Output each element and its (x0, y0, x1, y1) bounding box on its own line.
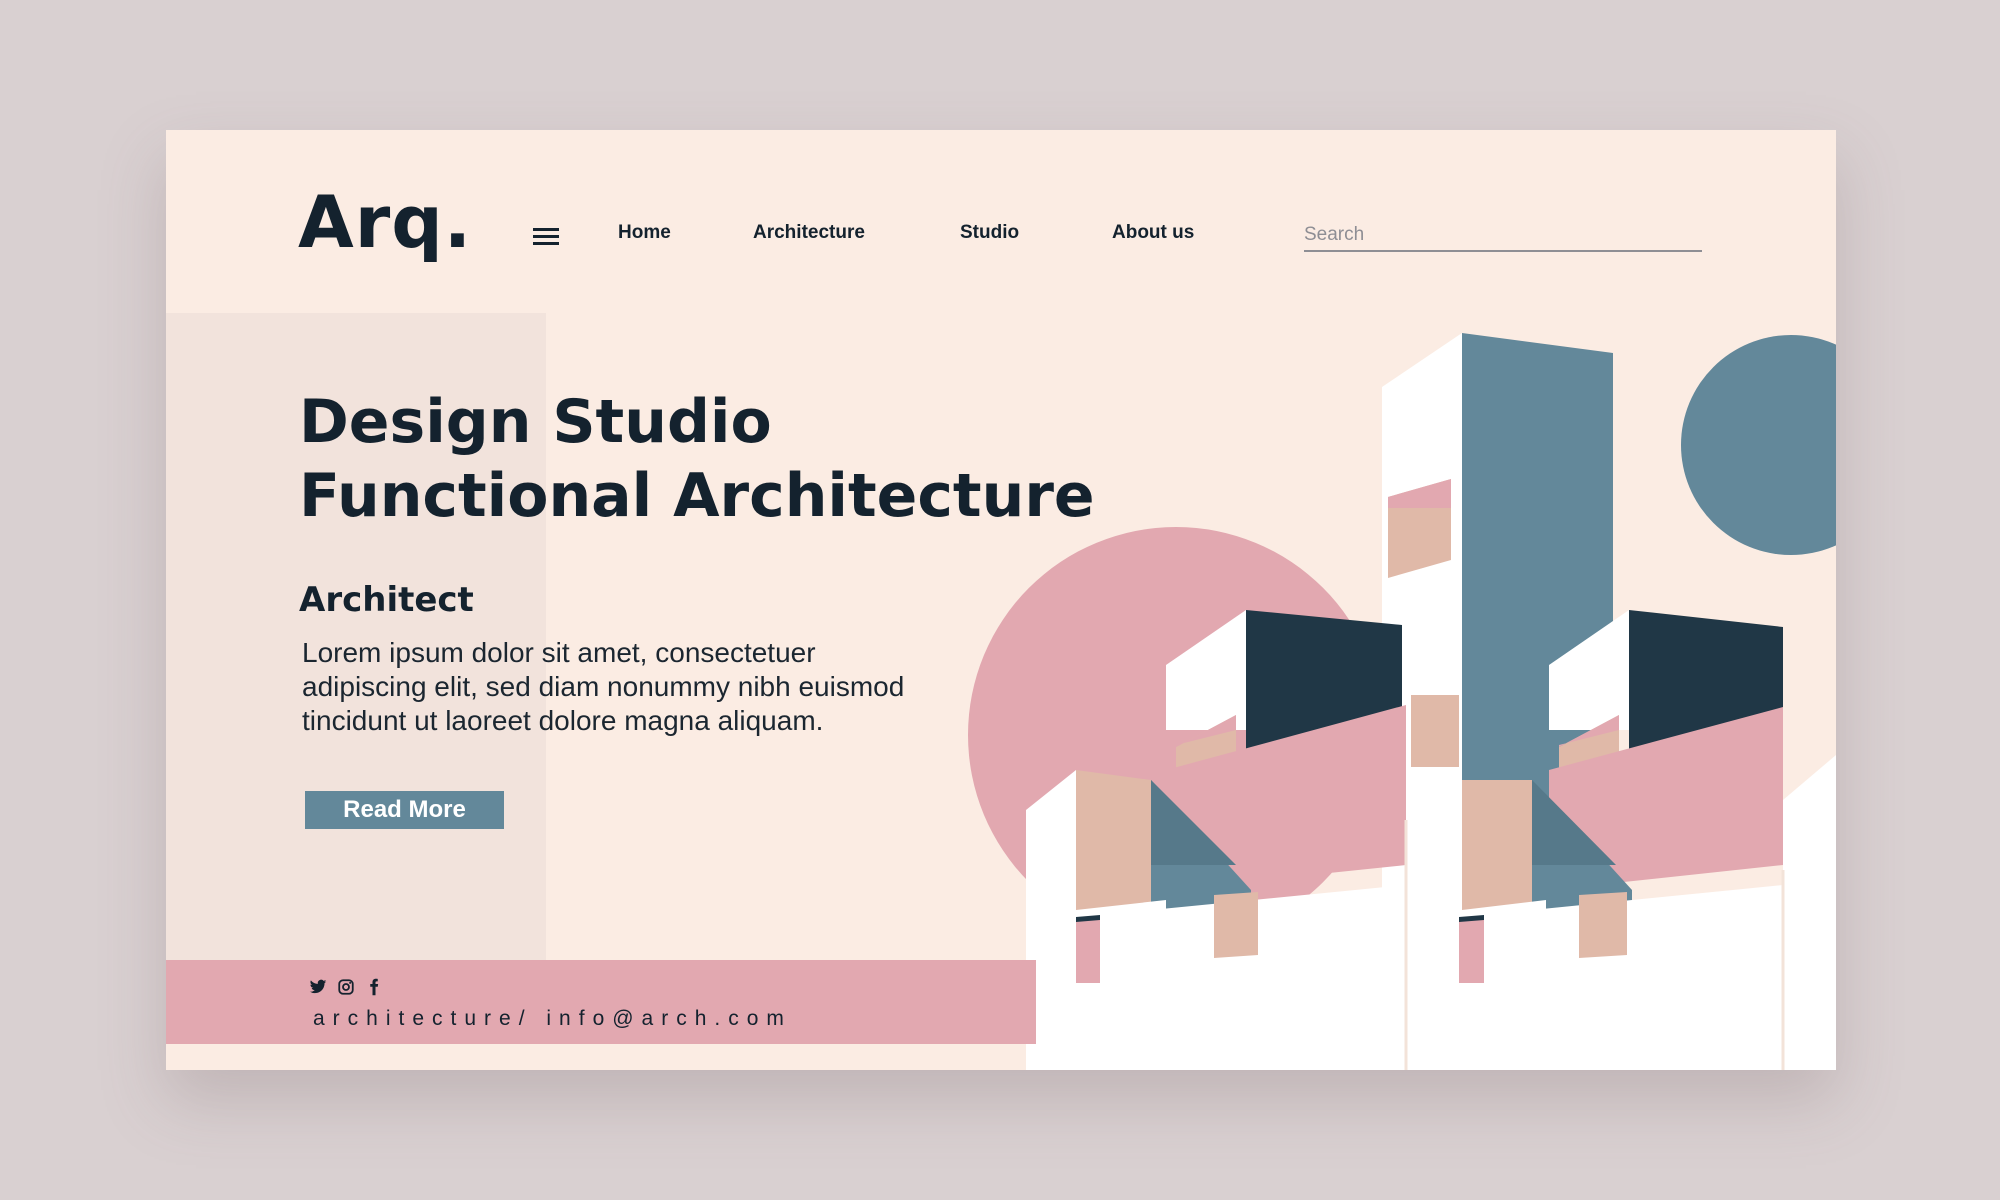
brand-logo[interactable]: Arq. (298, 180, 472, 264)
nav-home[interactable]: Home (618, 222, 671, 244)
blue-moon-circle (1681, 335, 1836, 555)
nav-architecture[interactable]: Architecture (753, 222, 865, 244)
instagram-icon[interactable] (337, 978, 355, 996)
social-links (309, 978, 383, 996)
hero-title-line-1: Design Studio (299, 387, 772, 457)
nav-studio[interactable]: Studio (960, 222, 1019, 244)
hamburger-icon[interactable] (533, 228, 559, 246)
search-input[interactable] (1304, 220, 1702, 252)
hero-subtitle: Architect (299, 580, 474, 620)
nav-about-us[interactable]: About us (1112, 222, 1194, 244)
hero-title-line-2: Functional Architecture (299, 461, 1095, 531)
facebook-icon[interactable] (365, 978, 383, 996)
footer-band (166, 960, 1036, 1044)
landing-page: Arq. Home Architecture Studio About us D… (166, 130, 1836, 1070)
read-more-button[interactable]: Read More (305, 791, 504, 829)
contact-info[interactable]: architecture/ info@arch.com (313, 1007, 792, 1031)
hero-title: Design Studio Functional Architecture (299, 385, 1095, 533)
twitter-icon[interactable] (309, 978, 327, 996)
hero-description: Lorem ipsum dolor sit amet, consectetuer… (302, 637, 905, 736)
